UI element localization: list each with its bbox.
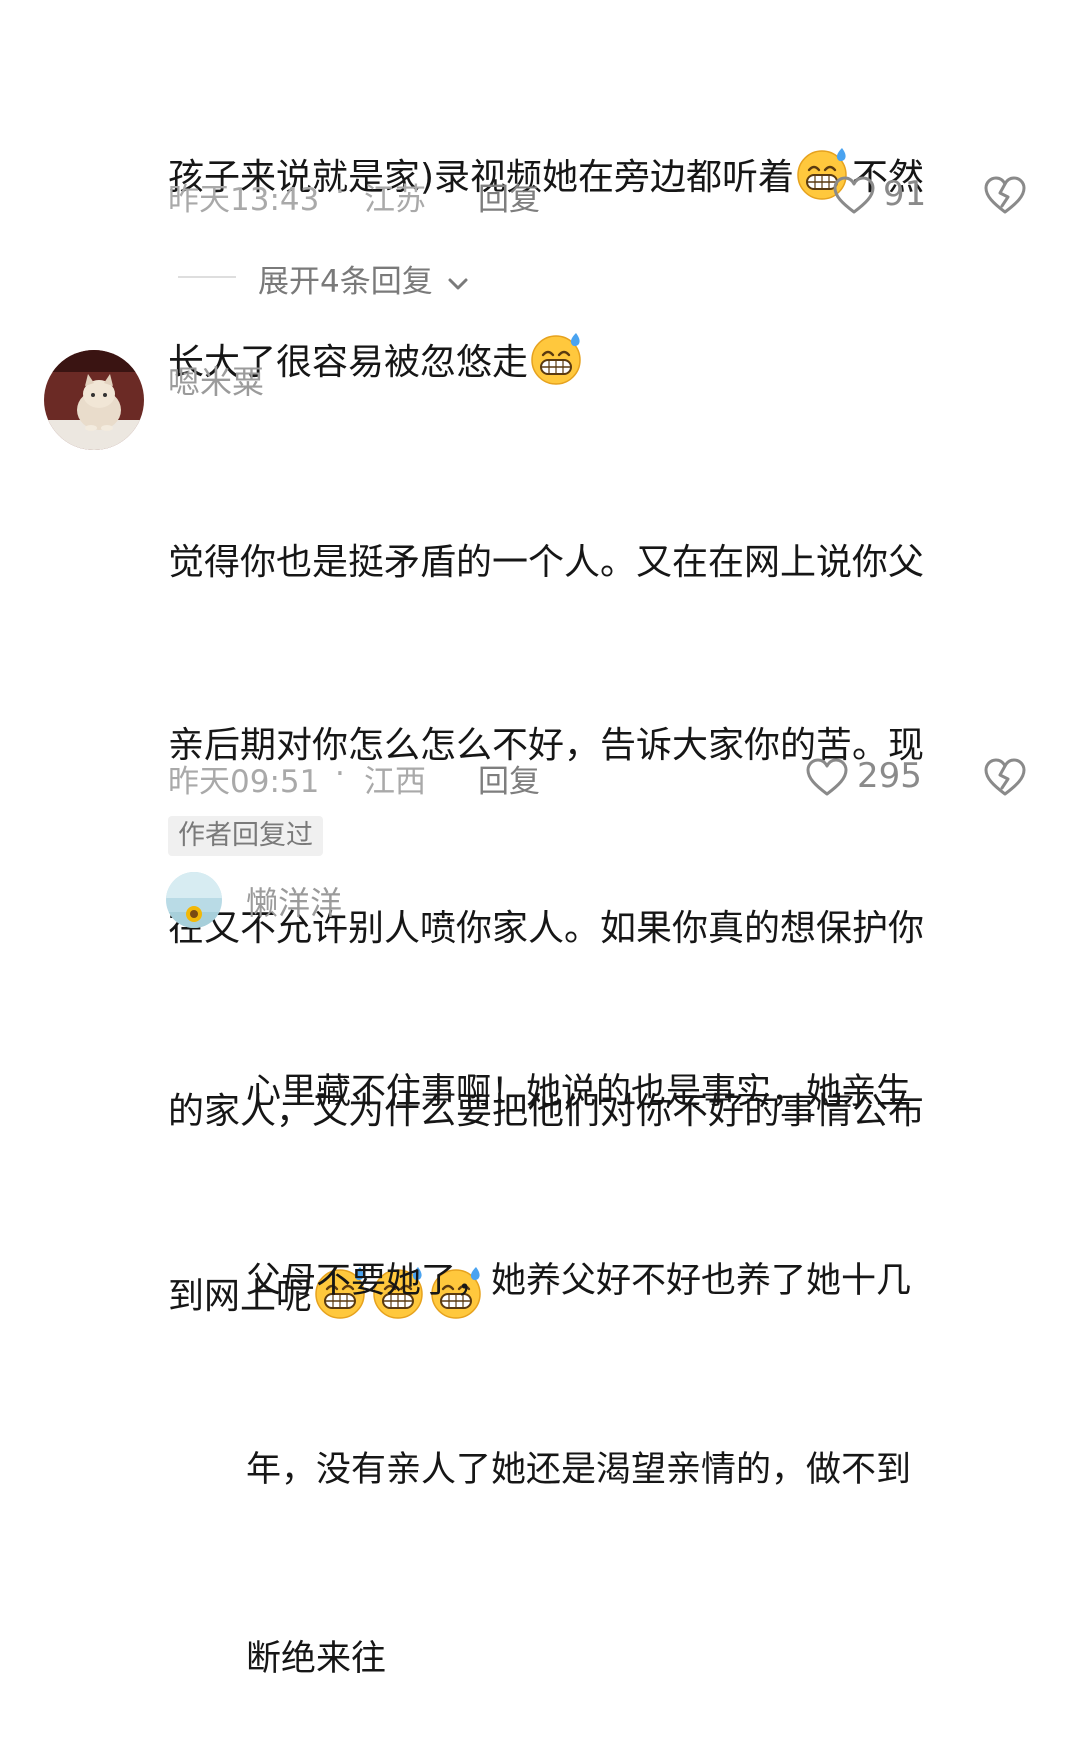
- broken-heart-icon[interactable]: [983, 757, 1027, 797]
- comment-1-separator: ·: [335, 174, 345, 210]
- chevron-down-icon: [448, 278, 468, 289]
- comment-2-location: 江西: [364, 764, 426, 800]
- comment-2-username[interactable]: 嗯米粟: [168, 357, 264, 403]
- heart-outline-icon[interactable]: [832, 175, 876, 215]
- grinning-sweat-emoji-icon: [529, 330, 585, 386]
- avatar[interactable]: [166, 872, 222, 928]
- comment-2-separator: ·: [335, 756, 345, 792]
- comment-1-reply-button[interactable]: 回复: [478, 174, 540, 219]
- reply-1-line: 断绝来往: [246, 1639, 387, 1679]
- expand-divider: [178, 276, 236, 278]
- reply-1-line: 父母不要她了，她养父好不好也养了她十几: [246, 1261, 912, 1301]
- comment-2-timestamp: 昨天09:51: [168, 764, 320, 800]
- heart-outline-icon[interactable]: [805, 757, 849, 797]
- broken-heart-icon[interactable]: [983, 175, 1027, 215]
- reply-1-username[interactable]: 懒洋洋: [246, 878, 342, 924]
- reply-1-text: 心里藏不住事啊！她说的也是事实，她亲生 父母不要她了，她养父好不好也养了她十几 …: [246, 935, 1046, 1754]
- reply-1-line: 年，没有亲人了她还是渴望亲情的，做不到: [246, 1450, 912, 1490]
- comment-1-timestamp: 昨天13:43: [168, 182, 320, 218]
- author-replied-badge: 作者回复过: [168, 816, 323, 856]
- sunflower-avatar-image: [166, 872, 222, 928]
- comment-1-line-2: 长大了很容易被忽悠走: [168, 330, 1048, 393]
- comment-1-location: 江苏: [364, 182, 426, 218]
- expand-replies-button[interactable]: 展开4条回复: [258, 256, 469, 301]
- cat-avatar-image: [44, 350, 144, 450]
- comment-2-reply-button[interactable]: 回复: [478, 756, 540, 801]
- comment-2-line: 觉得你也是挺矛盾的一个人。又在在网上说你父: [168, 542, 925, 583]
- comment-1-text: 孩子来说就是家)录视频她在旁边都听着 不然 长大了很容易被忽悠走: [168, 23, 1048, 454]
- reply-1-line: 心里藏不住事啊！她说的也是事实，她亲生: [246, 1072, 912, 1112]
- comment-1-like-count: 91: [883, 174, 927, 214]
- avatar[interactable]: [44, 350, 144, 450]
- comment-2-like-count: 295: [857, 756, 922, 796]
